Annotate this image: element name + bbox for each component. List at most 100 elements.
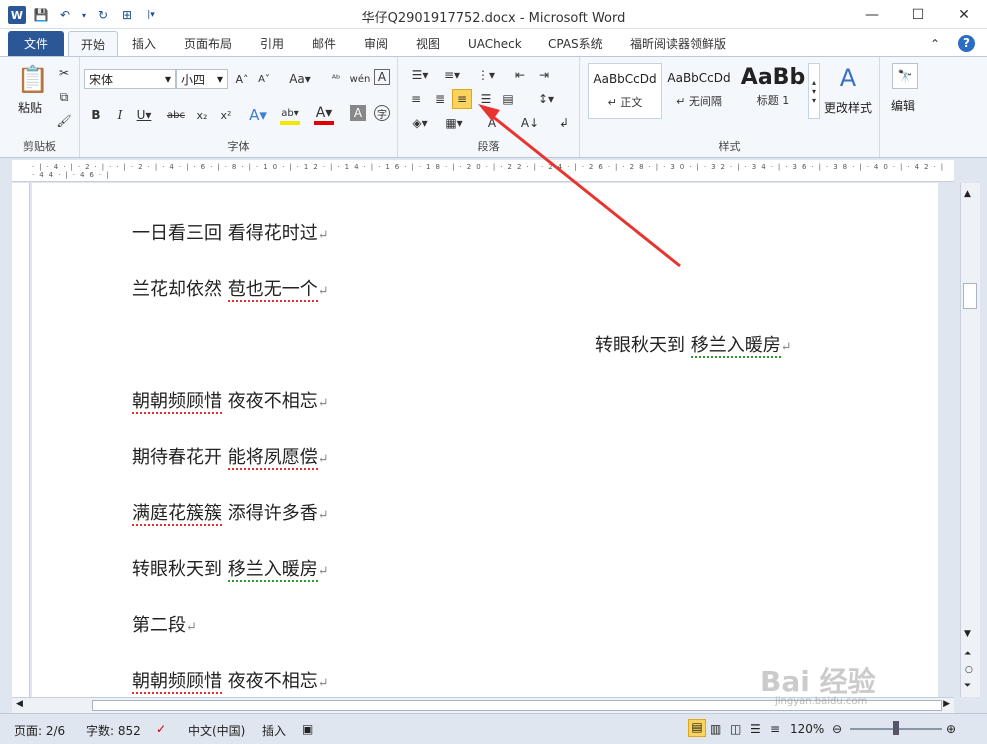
word-count[interactable]: 字数: 852	[86, 722, 141, 739]
horizontal-ruler[interactable]: ·|·4·|·2·|··|·2·|·4·|·6·|·8·|·10·|·12·|·…	[12, 160, 954, 182]
align-left-icon[interactable]: ≡	[406, 89, 426, 109]
tab-foxit[interactable]: 福昕阅读器领鲜版	[618, 31, 738, 56]
tab-mailings[interactable]: 邮件	[300, 31, 348, 56]
multilevel-list-icon[interactable]: ⋮▾	[472, 65, 500, 85]
doc-line[interactable]: 朝朝频顾惜 夜夜不相忘↵	[132, 387, 329, 414]
show-marks-icon[interactable]: ↲	[554, 113, 574, 133]
doc-line[interactable]: 兰花却依然 苞也无一个↵	[132, 275, 329, 302]
scroll-down-icon[interactable]: ▼	[964, 629, 971, 639]
tab-review[interactable]: 审阅	[352, 31, 400, 56]
tab-page-layout[interactable]: 页面布局	[172, 31, 244, 56]
clear-format-icon[interactable]: ᴬᵇ	[326, 69, 346, 89]
tab-file[interactable]: 文件	[8, 31, 64, 56]
bullets-icon[interactable]: ☰▾	[406, 65, 434, 85]
web-layout-icon[interactable]: ◫	[730, 722, 741, 736]
align-center-icon[interactable]: ≣	[430, 89, 450, 109]
find-icon[interactable]: 🔭	[892, 63, 918, 89]
macro-icon[interactable]: ▣	[302, 722, 313, 736]
char-shading-icon[interactable]: A	[350, 105, 366, 121]
italic-icon[interactable]: I	[110, 105, 130, 125]
underline-icon[interactable]: U▾	[134, 105, 154, 125]
insert-mode[interactable]: 插入	[262, 722, 286, 739]
vertical-scrollbar[interactable]: ▲ ▼ ⏶ ○ ⏷	[960, 183, 980, 697]
phonetic-guide-icon[interactable]: wén	[350, 69, 371, 89]
browse-object-icon[interactable]: ○	[965, 665, 973, 675]
chinese-layout-icon[interactable]: A	[482, 113, 502, 133]
bold-icon[interactable]: B	[86, 105, 106, 125]
style-no-spacing[interactable]: AaBbCcDd ↵ 无间隔	[662, 63, 736, 119]
scroll-left-icon[interactable]: ◀	[16, 699, 23, 709]
doc-line-right-aligned[interactable]: 转眼秋天到 移兰入暖房↵	[595, 331, 792, 358]
zoom-level[interactable]: 120%	[790, 722, 824, 736]
doc-line[interactable]: 第二段↵	[132, 611, 197, 637]
close-button[interactable]: ✕	[941, 0, 987, 29]
sort-icon[interactable]: A↓	[520, 113, 540, 133]
doc-line[interactable]: 转眼秋天到 移兰入暖房↵	[132, 555, 329, 582]
tab-uacheck[interactable]: UACheck	[456, 31, 534, 56]
style-heading-1[interactable]: AaBb 标题 1	[736, 63, 810, 119]
scroll-thumb[interactable]	[963, 283, 977, 309]
minimize-button[interactable]: —	[849, 0, 895, 29]
borders-icon[interactable]: ▦▾	[440, 113, 468, 133]
zoom-in-icon[interactable]: ⊕	[946, 722, 956, 736]
change-styles-label[interactable]: 更改样式	[824, 99, 872, 116]
full-screen-icon[interactable]: ▥	[710, 722, 721, 736]
vertical-ruler[interactable]	[12, 183, 30, 697]
shrink-font-icon[interactable]: A˅	[254, 69, 274, 89]
zoom-out-icon[interactable]: ⊖	[832, 722, 842, 736]
proofing-icon[interactable]: ✓	[156, 722, 166, 736]
maximize-button[interactable]: ☐	[895, 0, 941, 29]
zoom-slider-thumb[interactable]	[893, 721, 899, 735]
shading-icon[interactable]: ◈▾	[406, 113, 434, 133]
increase-indent-icon[interactable]: ⇥	[534, 65, 554, 85]
char-border-icon[interactable]: A	[374, 69, 390, 85]
font-color-icon[interactable]: A▾	[314, 105, 334, 125]
doc-line[interactable]: 一日看三回 看得花时过↵	[132, 219, 329, 245]
tab-home[interactable]: 开始	[68, 31, 119, 56]
subscript-icon[interactable]: x₂	[192, 105, 212, 125]
scroll-up-icon[interactable]: ▲	[964, 189, 971, 199]
copy-icon[interactable]: ⧉	[54, 87, 74, 107]
doc-line[interactable]: 期待春花开 能将夙愿偿↵	[132, 443, 329, 470]
collapse-ribbon-icon[interactable]: ⌃	[930, 31, 940, 56]
numbering-icon[interactable]: ≡▾	[438, 65, 466, 85]
enclose-char-icon[interactable]: 字	[374, 105, 390, 121]
font-size-select[interactable]: 小四 ▾	[176, 69, 228, 89]
tab-view[interactable]: 视图	[404, 31, 452, 56]
justify-icon[interactable]: ☰	[476, 89, 496, 109]
change-styles-icon[interactable]: A	[832, 63, 864, 93]
prev-page-icon[interactable]: ⏶	[964, 649, 971, 659]
scroll-right-icon[interactable]: ▶	[943, 699, 950, 709]
doc-line[interactable]: 满庭花簇簇 添得许多香↵	[132, 499, 329, 526]
line-spacing-icon[interactable]: ↕▾	[532, 89, 560, 109]
tab-cpas[interactable]: CPAS系统	[536, 31, 615, 56]
font-name-select[interactable]: 宋体 ▾	[84, 69, 176, 89]
cut-icon[interactable]: ✂	[54, 63, 74, 83]
distributed-icon[interactable]: ▤	[498, 89, 518, 109]
superscript-icon[interactable]: x²	[216, 105, 236, 125]
style-normal[interactable]: AaBbCcDd ↵ 正文	[588, 63, 662, 119]
text-effects-icon[interactable]: A▾	[248, 105, 268, 125]
paste-label[interactable]: 粘贴	[18, 99, 42, 116]
language[interactable]: 中文(中国)	[188, 722, 245, 739]
page-count[interactable]: 页面: 2/6	[14, 722, 65, 739]
outline-icon[interactable]: ☰	[750, 722, 761, 736]
tab-references[interactable]: 引用	[248, 31, 296, 56]
decrease-indent-icon[interactable]: ⇤	[510, 65, 530, 85]
align-right-icon[interactable]: ≡	[452, 89, 472, 109]
change-case-icon[interactable]: Aa▾	[286, 69, 314, 89]
next-page-icon[interactable]: ⏷	[964, 681, 971, 691]
draft-icon[interactable]: ≡	[770, 722, 780, 736]
grow-font-icon[interactable]: A˄	[232, 69, 252, 89]
highlight-icon[interactable]: ab▾	[280, 105, 300, 125]
format-painter-icon[interactable]: 🖌	[54, 111, 74, 131]
doc-line[interactable]: 朝朝频顾惜 夜夜不相忘↵	[132, 667, 329, 694]
strikethrough-icon[interactable]: abc	[166, 105, 186, 125]
help-icon[interactable]: ?	[958, 31, 975, 56]
styles-scroll-icon[interactable]: ▴ ▾ ▾	[808, 63, 820, 119]
editing-label[interactable]: 编辑	[891, 97, 915, 114]
paste-icon[interactable]: 📋	[16, 63, 50, 97]
tab-insert[interactable]: 插入	[120, 31, 168, 56]
document-page[interactable]: 一日看三回 看得花时过↵ 兰花却依然 苞也无一个↵ 转眼秋天到 移兰入暖房↵ 朝…	[32, 183, 938, 697]
print-layout-icon[interactable]: ▤	[688, 719, 706, 737]
